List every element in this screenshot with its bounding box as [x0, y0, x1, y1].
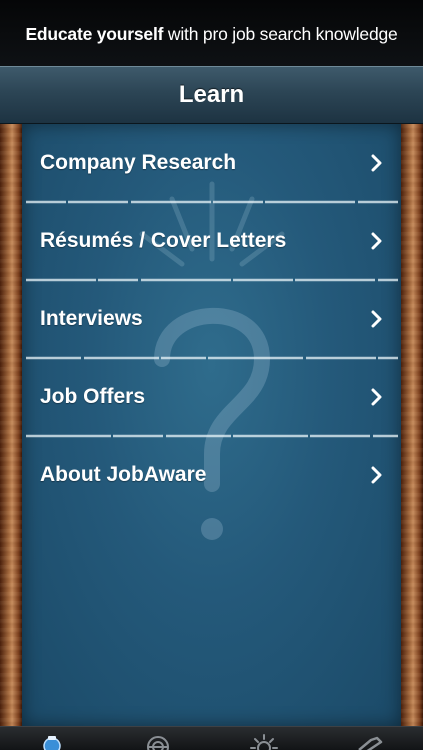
tools-icon [358, 736, 383, 750]
wood-frame-left [0, 124, 22, 726]
tab-tools[interactable] [315, 727, 420, 750]
promo-text-light: with pro job search knowledge [163, 23, 398, 44]
chevron-right-icon [371, 388, 382, 406]
menu-item-interviews[interactable]: Interviews [22, 280, 401, 360]
navigation-bar: Learn [0, 66, 423, 124]
chevron-right-icon [371, 310, 382, 328]
wood-frame-right [401, 124, 423, 726]
sun-icon [250, 734, 278, 750]
menu-item-about-jobaware[interactable]: About JobAware [22, 436, 401, 514]
app-screen: Educate yourself with pro job search kno… [0, 0, 423, 750]
menu-item-resumes-cover-letters[interactable]: Résumés / Cover Letters [22, 202, 401, 282]
tab-search[interactable] [105, 727, 210, 750]
chalkboard: Company Research Résumés / Cover Letters… [22, 124, 401, 726]
tab-tips[interactable] [210, 727, 315, 750]
learn-menu: Company Research Résumés / Cover Letters… [22, 124, 401, 514]
promo-banner: Educate yourself with pro job search kno… [0, 0, 423, 66]
menu-item-label: Interviews [40, 307, 143, 330]
promo-text-strong: Educate yourself [25, 23, 164, 44]
menu-item-label: Résumés / Cover Letters [40, 229, 287, 252]
chevron-right-icon [371, 466, 382, 484]
menu-item-company-research[interactable]: Company Research [22, 124, 401, 204]
menu-item-label: Company Research [40, 151, 237, 174]
lightbulb-icon [43, 736, 61, 750]
menu-item-label: About JobAware [40, 463, 207, 486]
chevron-right-icon [371, 154, 382, 172]
tab-learn[interactable] [0, 727, 105, 750]
promo-text: Educate yourself with pro job search kno… [25, 24, 397, 45]
chevron-right-icon [371, 232, 382, 250]
target-icon [147, 736, 169, 750]
menu-item-label: Job Offers [40, 385, 146, 408]
menu-item-job-offers[interactable]: Job Offers [22, 358, 401, 438]
page-title: Learn [178, 81, 245, 108]
tab-bar [0, 726, 423, 750]
